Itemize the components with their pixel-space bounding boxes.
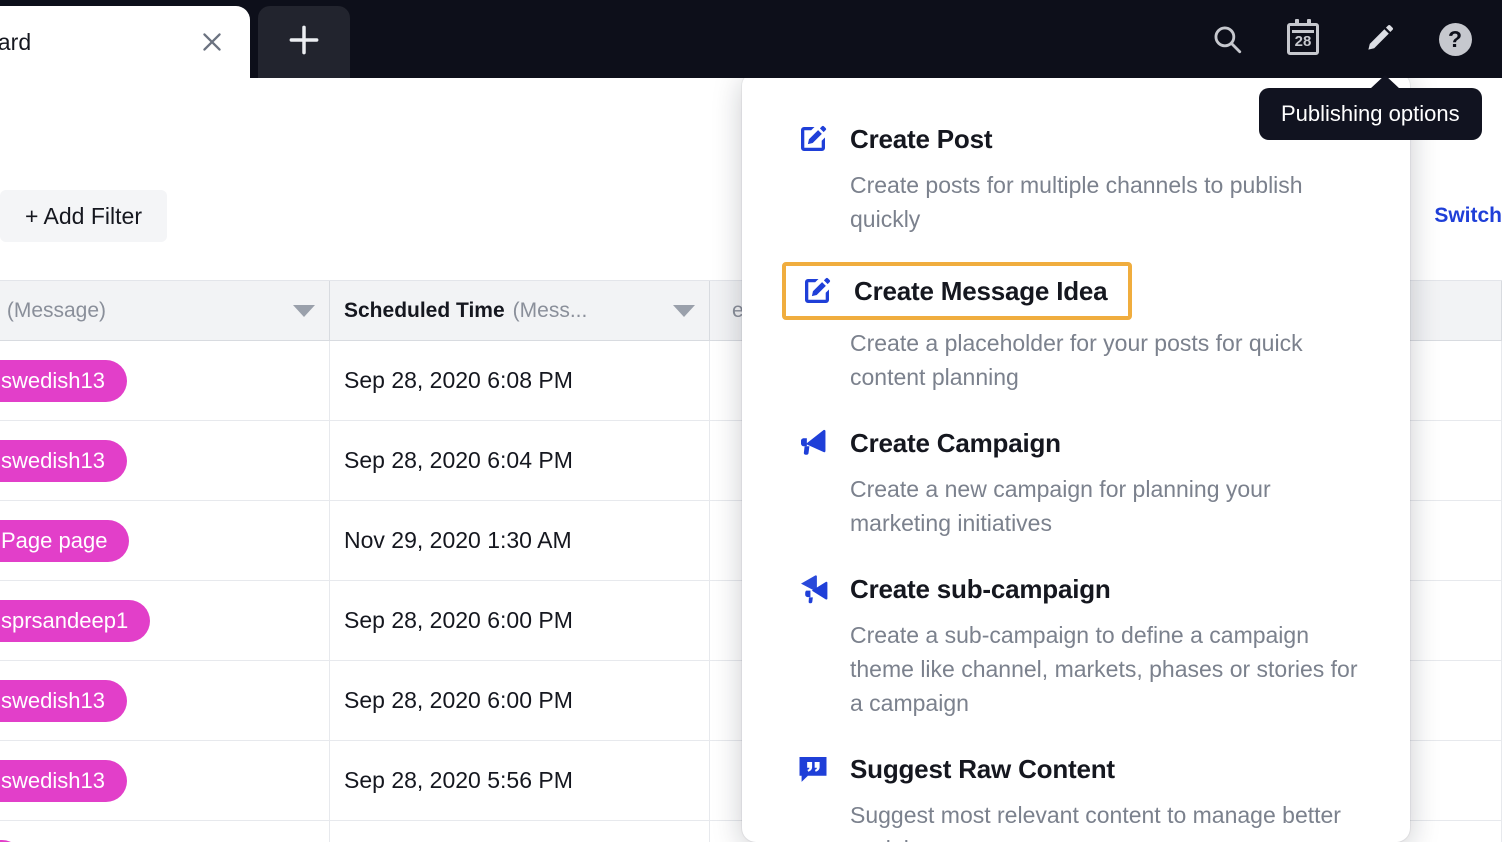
top-bar: board 28	[0, 0, 1502, 78]
add-filter-button[interactable]: + Add Filter	[0, 190, 167, 242]
menu-item-create-sub-campaign[interactable]: Create sub-campaign Create a sub-campaig…	[794, 566, 1358, 720]
cell-account: sprsandeep1	[0, 581, 330, 660]
close-icon[interactable]	[192, 22, 232, 62]
plus-icon	[285, 21, 323, 64]
tooltip-text: Publishing options	[1281, 101, 1460, 126]
menu-item-title: Suggest Raw Content	[850, 753, 1115, 784]
cell-scheduled-time: Sep 28, 2020 5:56 PM	[330, 741, 710, 820]
menu-item-title: Create Post	[850, 123, 993, 154]
new-tab-button[interactable]	[258, 6, 350, 78]
chevron-down-icon[interactable]	[673, 305, 695, 317]
add-filter-label: + Add Filter	[25, 202, 142, 229]
column-header-scheduled-time-sub: (Mess...	[512, 299, 588, 322]
search-icon[interactable]	[1206, 18, 1248, 60]
cell-scheduled-time: Nov 29, 2020 1:30 AM	[330, 501, 710, 580]
menu-item-description: Suggest most relevant content to manage …	[850, 802, 1341, 842]
topbar-actions: 28 ?	[1206, 0, 1476, 78]
account-badge: swedish13	[0, 439, 127, 482]
menu-item-description: Create a sub-campaign to define a campai…	[850, 622, 1358, 717]
column-header-account[interactable]: nt (Message)	[0, 281, 330, 341]
menu-item-create-campaign[interactable]: Create Campaign Create a new campaign fo…	[794, 420, 1358, 540]
cell-account: swedish13	[0, 341, 330, 420]
app-root: + Add Filter Switch nt (Message) Schedul…	[0, 0, 1502, 842]
tab-board-label: board	[0, 28, 32, 55]
double-megaphone-icon	[794, 570, 832, 608]
cell-scheduled-time	[330, 821, 710, 842]
column-header-scheduled-time-label: Scheduled Time	[344, 299, 505, 322]
menu-item-title: Create Message Idea	[854, 275, 1108, 306]
account-badge: sprsandeep1	[0, 599, 151, 642]
tooltip-publishing-options: Publishing options	[1259, 75, 1482, 140]
menu-item-description: Create a new campaign for planning your …	[850, 476, 1271, 537]
menu-item-title: Create Campaign	[850, 427, 1061, 458]
menu-item-description: Create posts for multiple channels to pu…	[850, 172, 1303, 233]
account-badge: swedish13	[0, 359, 127, 402]
column-header-account-sub: (Message)	[6, 299, 107, 322]
cell-scheduled-time: Sep 28, 2020 6:08 PM	[330, 341, 710, 420]
cell-scheduled-time: Sep 28, 2020 6:04 PM	[330, 421, 710, 500]
menu-item-title: Create sub-campaign	[850, 573, 1111, 604]
menu-item-create-message-idea[interactable]: Create Message Idea Create a placeholder…	[782, 262, 1358, 394]
tab-board[interactable]: board	[0, 6, 250, 78]
column-header-scheduled-time[interactable]: Scheduled Time (Mess...	[330, 281, 710, 341]
help-icon[interactable]: ?	[1434, 18, 1476, 60]
cell-account: Page page	[0, 501, 330, 580]
account-badge: swedish13	[0, 759, 127, 802]
switch-link[interactable]: Switch	[1434, 204, 1502, 228]
help-icon-glyph: ?	[1438, 22, 1472, 56]
cell-account: swedish13	[0, 661, 330, 740]
create-post-icon	[794, 120, 832, 158]
publishing-options-menu: Create Post Create posts for multiple ch…	[742, 72, 1410, 842]
menu-item-description: Create a placeholder for your posts for …	[850, 330, 1303, 391]
menu-item-suggest-raw-content[interactable]: Suggest Raw Content Suggest most relevan…	[794, 746, 1358, 842]
cell-account: swedish13	[0, 421, 330, 500]
create-message-idea-icon	[798, 272, 836, 310]
calendar-day-number: 28	[1294, 33, 1312, 50]
calendar-icon[interactable]: 28	[1282, 18, 1324, 60]
cell-scheduled-time: Sep 28, 2020 6:00 PM	[330, 581, 710, 660]
account-badge: swedish13	[0, 679, 127, 722]
chevron-down-icon[interactable]	[293, 305, 315, 317]
pencil-icon[interactable]	[1358, 18, 1400, 60]
quote-bubble-icon	[794, 750, 832, 788]
megaphone-icon	[794, 424, 832, 462]
cell-account	[0, 821, 330, 842]
cell-scheduled-time: Sep 28, 2020 6:00 PM	[330, 661, 710, 740]
cell-account: swedish13	[0, 741, 330, 820]
account-badge: Page page	[0, 519, 130, 562]
